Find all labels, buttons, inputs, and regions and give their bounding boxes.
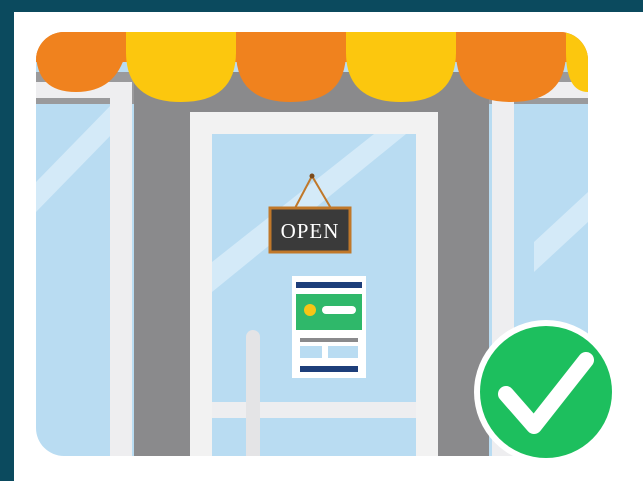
poster-footer	[300, 366, 358, 372]
poster-line-1	[300, 338, 358, 342]
awning-top-3	[236, 32, 346, 54]
poster-box-2	[328, 346, 358, 358]
illustration-card: OPEN	[14, 12, 643, 481]
door-handle	[246, 330, 260, 456]
open-sign: OPEN	[268, 206, 352, 254]
poster-sun	[304, 304, 316, 316]
storefront-illustration: OPEN	[36, 32, 618, 464]
left-pillar	[110, 82, 132, 456]
poster-header	[296, 282, 362, 288]
open-sign-text: OPEN	[281, 219, 340, 243]
poster-box-1	[300, 346, 322, 358]
awning-top-4	[346, 32, 456, 54]
awning-top-1	[36, 32, 126, 54]
awning-top-5	[456, 32, 566, 54]
poster-bar	[322, 306, 356, 314]
awning-top-6	[566, 32, 588, 54]
sign-nail	[309, 173, 315, 179]
awning-top-2	[126, 32, 236, 54]
door-poster	[292, 276, 366, 378]
door-crossbar	[212, 402, 416, 418]
checkmark-icon	[474, 320, 618, 464]
